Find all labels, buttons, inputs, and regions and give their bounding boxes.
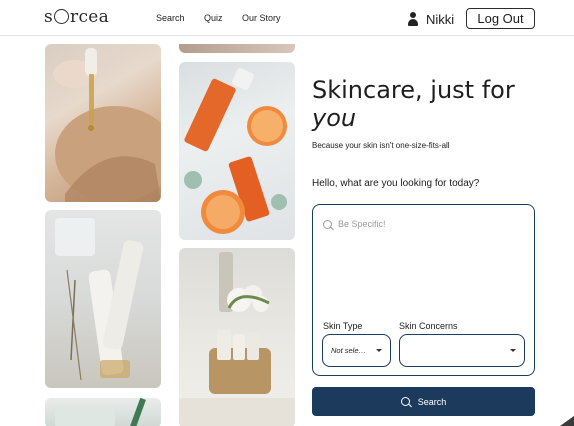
top-nav: s rcea Search Quiz Our Story Nikki Log Ou… [0,0,574,36]
hero-title-line2: you [312,104,357,132]
skin-type-value: Not sele… [331,346,367,355]
site-logo[interactable]: s rcea [44,7,109,27]
chevron-down-icon [376,349,382,352]
photo-orange-serums [179,62,295,240]
nav-link-search[interactable]: Search [156,13,185,23]
search-input[interactable]: Be Specific! [323,219,386,229]
chevron-down-icon [510,349,516,352]
search-input-placeholder: Be Specific! [338,219,386,229]
search-icon [323,219,332,229]
skin-concerns-select[interactable] [399,334,525,367]
user-icon [408,12,418,26]
skin-concerns-label: Skin Concerns [399,321,458,331]
photo-serum-dropper [45,44,161,202]
logout-button[interactable]: Log Out [466,8,535,29]
photo-cream-tubes [45,210,161,388]
search-card: Be Specific! Skin Type Skin Concerns Not… [312,204,535,376]
hero-title: Skincare, just for you [312,76,515,132]
user-name: Nikki [426,11,455,27]
nav-link-our-story[interactable]: Our Story [242,13,281,23]
skin-type-label: Skin Type [323,321,363,331]
search-icon [400,397,410,406]
hero-subtitle: Because your skin isn't one-size-fits-al… [312,141,450,150]
user-menu[interactable]: Nikki [408,10,454,28]
hero-title-line1: Skincare, just for [312,76,515,104]
photo-top-strip [179,44,295,53]
nav-link-quiz[interactable]: Quiz [204,13,223,23]
skin-type-select[interactable]: Not sele… [322,334,391,367]
search-prompt: Hello, what are you looking for today? [312,178,480,189]
search-button[interactable]: Search [312,387,535,416]
scroll-corner [560,416,574,426]
photo-bottom-left [45,398,161,426]
photo-basket-flowers [179,248,295,426]
search-button-label: Search [417,396,447,407]
